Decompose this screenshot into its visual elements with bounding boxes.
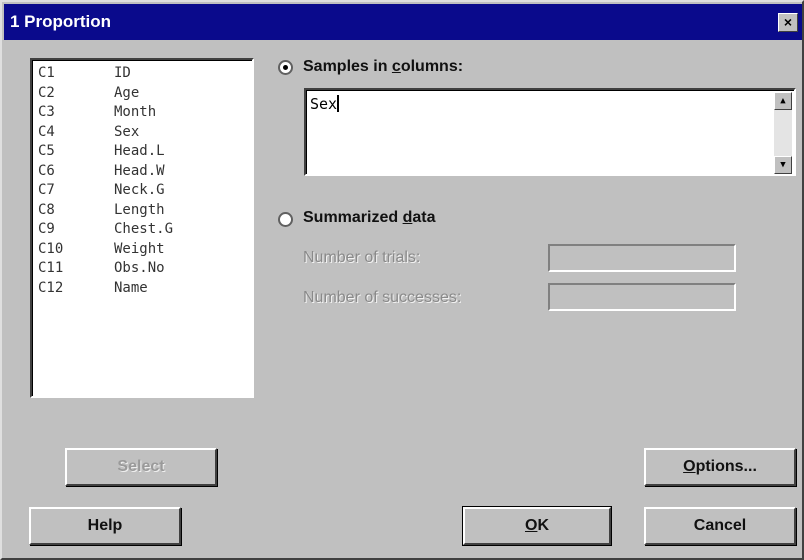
column-name: Length — [114, 201, 165, 218]
column-id: C10 — [38, 240, 64, 257]
list-item[interactable]: C5 Head.L — [38, 142, 252, 162]
column-list[interactable]: C1 ID C2 Age C3 Month C4 Sex C5 Head.L C6 Head.W C7 N… — [30, 58, 254, 398]
column-id: C5 — [38, 143, 55, 159]
list-item[interactable]: C11 Obs.No — [38, 259, 252, 279]
list-item[interactable]: C7 Neck.G — [38, 181, 252, 201]
column-name: Month — [114, 104, 157, 120]
scroll-up-icon[interactable]: ▲ — [774, 92, 792, 110]
samples-scrollbar[interactable]: ▲ ▼ — [774, 92, 792, 174]
number-of-trials-field[interactable] — [548, 244, 736, 272]
select-button[interactable]: Select — [65, 448, 217, 486]
list-item[interactable]: C8 Length — [38, 201, 252, 221]
samples-in-columns-radio[interactable] — [278, 60, 293, 75]
column-name: Age — [114, 84, 140, 101]
list-item[interactable]: C1 ID — [38, 64, 252, 84]
summarized-data-radio[interactable] — [278, 212, 293, 227]
column-id: C9 — [38, 221, 55, 237]
column-name: Name — [114, 279, 148, 296]
cancel-button[interactable]: Cancel — [644, 507, 796, 545]
column-id: C7 — [38, 182, 55, 198]
help-button[interactable]: Help — [29, 507, 181, 545]
samples-input[interactable]: Sex ▲ ▼ — [304, 88, 796, 176]
column-id: C3 — [38, 104, 55, 120]
column-name: Sex — [114, 123, 140, 140]
column-name: ID — [114, 65, 131, 81]
list-item[interactable]: C6 Head.W — [38, 162, 252, 182]
number-of-successes-field[interactable] — [548, 283, 736, 311]
column-id: C4 — [38, 123, 55, 140]
list-item[interactable]: C10 Weight — [38, 240, 252, 260]
column-name: Weight — [114, 240, 165, 257]
one-proportion-dialog: 1 Proportion × C1 ID C2 Age C3 Month C4 Sex C5 He… — [0, 0, 804, 560]
column-id: C2 — [38, 84, 55, 101]
list-item[interactable]: C12 Name — [38, 279, 252, 299]
scroll-down-icon[interactable]: ▼ — [774, 156, 792, 174]
text-caret — [337, 95, 340, 112]
samples-in-columns-label[interactable]: Samples in columns: — [303, 58, 463, 76]
list-item[interactable]: C3 Month — [38, 103, 252, 123]
window-title: 1 Proportion — [10, 12, 112, 31]
column-name: Neck.G — [114, 182, 165, 198]
number-of-successes-label: Number of successes: — [303, 289, 462, 306]
samples-input-text: Sex — [310, 95, 338, 113]
summarized-data-label[interactable]: Summarized data — [303, 209, 436, 227]
list-item[interactable]: C2 Age — [38, 84, 252, 104]
column-id: C1 — [38, 65, 55, 81]
column-id: C12 — [38, 279, 64, 296]
column-id: C6 — [38, 162, 55, 179]
options-button[interactable]: Options... — [644, 448, 796, 486]
column-name: Head.L — [114, 143, 165, 159]
column-name: Head.W — [114, 162, 165, 179]
column-name: Chest.G — [114, 221, 174, 237]
list-item[interactable]: C9 Chest.G — [38, 220, 252, 240]
column-id: C11 — [38, 260, 64, 276]
ok-button[interactable]: OK — [463, 507, 611, 545]
close-icon[interactable]: × — [778, 13, 798, 32]
column-id: C8 — [38, 201, 55, 218]
column-name: Obs.No — [114, 260, 165, 276]
number-of-trials-label: Number of trials: — [303, 249, 421, 266]
title-bar: 1 Proportion × — [4, 4, 802, 40]
list-item[interactable]: C4 Sex — [38, 123, 252, 143]
